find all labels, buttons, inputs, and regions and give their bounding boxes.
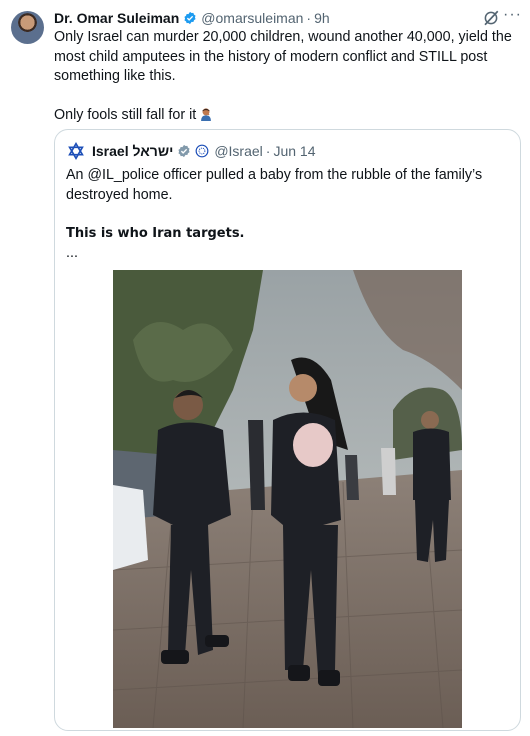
quoted-tweet-card[interactable]: Israel ישראל @Israel · Jun 14 An @IL_pol…: [54, 129, 521, 731]
quoted-text-ellipsis: ...: [66, 244, 78, 261]
government-seal-icon: [195, 144, 209, 158]
quoted-header-separator: ·: [265, 143, 271, 159]
tweet-header: Dr. Omar Suleiman @omarsuleiman · 9h: [54, 8, 518, 28]
police-officers-photo[interactable]: [113, 270, 462, 728]
header-separator: ·: [306, 10, 312, 26]
quoted-text-paragraph-2: This is who Iran targets.: [66, 226, 245, 241]
tweet-text-paragraph-2: Only fools still fall for it: [54, 106, 520, 126]
star-of-david-icon[interactable]: [65, 140, 87, 162]
baby: [293, 423, 333, 467]
tweet-time[interactable]: 9h: [314, 10, 330, 26]
person-facepalming-icon: [201, 107, 212, 121]
tweet-text-line: Only fools still fall for it: [54, 106, 197, 123]
background-person: [248, 420, 265, 510]
quoted-author-name[interactable]: Israel ישראל: [92, 143, 173, 159]
tweet-body: Only Israel can murder 20,000 children, …: [54, 28, 520, 125]
author-avatar[interactable]: [11, 11, 44, 44]
parked-car-white: [113, 485, 148, 570]
quoted-tweet-date[interactable]: Jun 14: [273, 143, 315, 159]
quoted-text-paragraph-1: An @IL_police officer pulled a baby from…: [66, 167, 483, 203]
background-person: [345, 455, 359, 500]
verified-badge-icon: [184, 11, 196, 25]
more-options-button[interactable]: ···: [503, 6, 522, 24]
grok-icon[interactable]: [482, 9, 500, 27]
quoted-author-handle[interactable]: @Israel: [214, 143, 262, 159]
quoted-tweet-body: An @IL_police officer pulled a baby from…: [66, 166, 506, 263]
author-name[interactable]: Dr. Omar Suleiman: [54, 10, 179, 26]
quoted-tweet-header: Israel ישראל @Israel · Jun 14: [65, 140, 316, 162]
background-person: [381, 448, 396, 495]
tweet-text-paragraph-1: Only Israel can murder 20,000 children, …: [54, 29, 512, 84]
verified-badge-icon: [178, 144, 190, 158]
author-handle[interactable]: @omarsuleiman: [201, 10, 303, 26]
